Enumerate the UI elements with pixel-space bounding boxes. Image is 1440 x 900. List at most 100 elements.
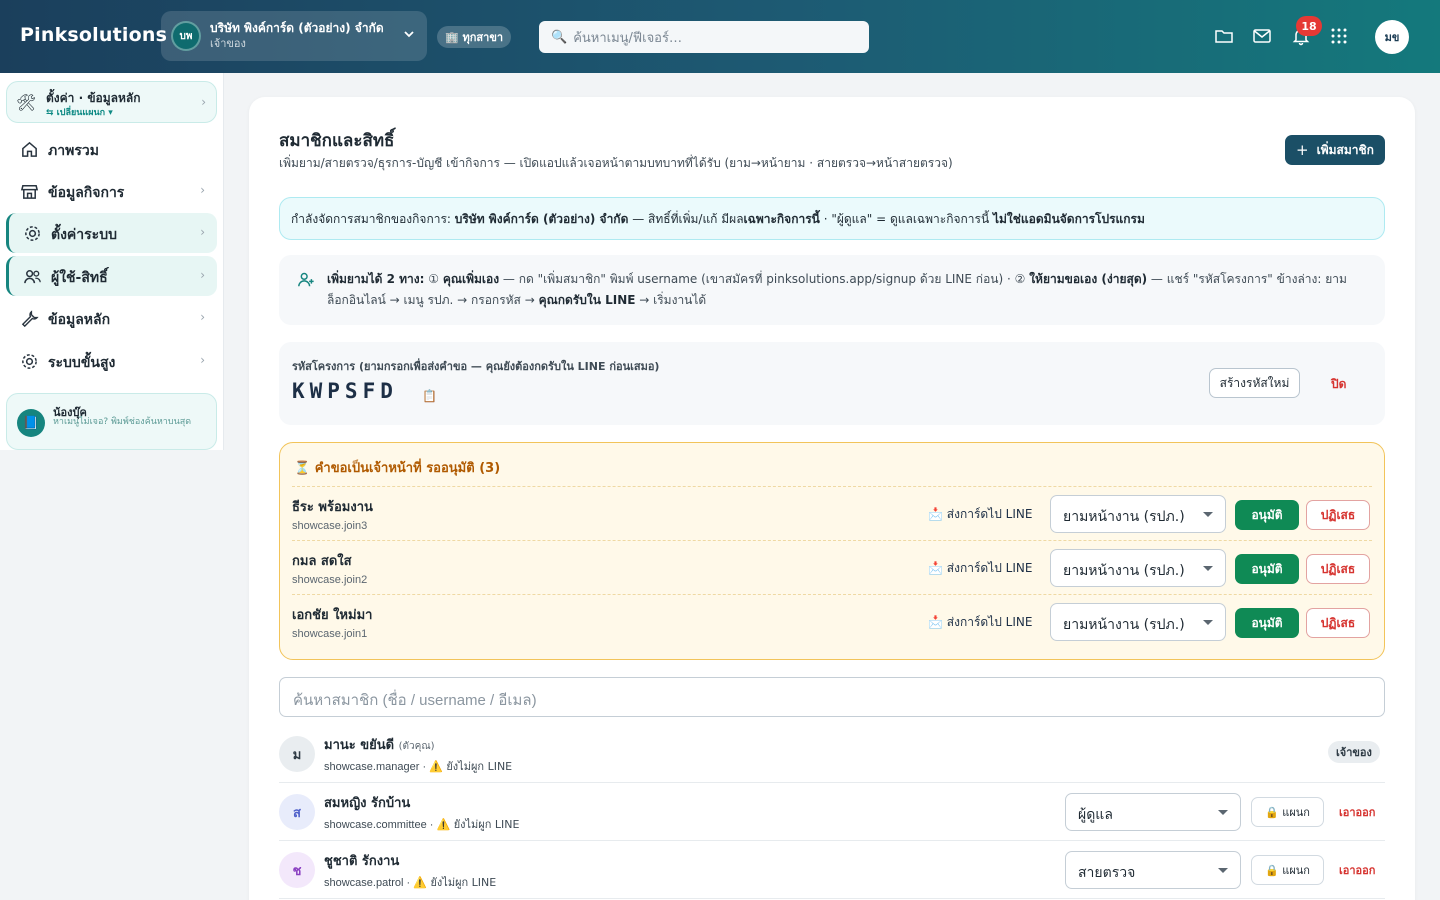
users-icon xyxy=(24,270,41,284)
remove-member-button[interactable]: เอาออก xyxy=(1339,803,1375,821)
notice-mid: — สิทธิ์ที่เพิ่ม/แก้ มีผล xyxy=(628,212,744,226)
book-icon: 📘 xyxy=(17,409,45,437)
caret-down-icon xyxy=(1203,566,1213,571)
notification-badge: 18 xyxy=(1296,16,1322,36)
member-username: showcase.patrol xyxy=(324,877,404,889)
add-member-label: เพิ่มสมาชิก xyxy=(1316,142,1374,157)
plus-icon: + xyxy=(1296,141,1309,159)
sidebar-section-switcher[interactable]: 🛠 ตั้งค่า · ข้อมูลหลัก ⇆ เปลี่ยนแผนก ▾ › xyxy=(6,81,217,123)
pending-username: showcase.join2 xyxy=(292,574,368,586)
role-select[interactable]: ยามหน้างาน (รปภ.) xyxy=(1050,603,1226,641)
member-role-select[interactable]: ผู้ดูแล xyxy=(1065,793,1241,831)
project-code-label: รหัสโครงการ (ยามกรอกเพื่อส่งคำขอ — คุณยั… xyxy=(292,360,660,373)
pending-username: showcase.join1 xyxy=(292,628,368,640)
role-select[interactable]: ยามหน้างาน (รปภ.) xyxy=(1050,495,1226,533)
pending-username: showcase.join3 xyxy=(292,520,368,532)
role-select-value: ยามหน้างาน (รปภ.) xyxy=(1063,617,1185,633)
member-role-value: ผู้ดูแล xyxy=(1078,807,1113,823)
add-user-icon xyxy=(298,272,314,287)
how-to-add-info: เพิ่มยามได้ 2 ทาง: ① คุณเพิ่มเอง — กด "เ… xyxy=(279,255,1385,325)
reject-button[interactable]: ปฏิเสธ xyxy=(1306,608,1370,638)
add-member-button[interactable]: + เพิ่มสมาชิก xyxy=(1285,135,1385,165)
member-row: ช ชูชาติ รักงาน showcase.patrol · ⚠️ ยัง… xyxy=(279,841,1385,899)
remove-member-button[interactable]: เอาออก xyxy=(1339,861,1375,879)
line-status: ⚠️ ยังไม่ผูก LINE xyxy=(429,760,513,773)
store-icon xyxy=(20,185,39,199)
global-search-input[interactable]: 🔍 ค้นหาเมนู/ฟีเจอร์… xyxy=(539,21,869,53)
regenerate-code-button[interactable]: สร้างรหัสใหม่ xyxy=(1209,368,1300,398)
chevron-right-icon: › xyxy=(201,95,206,109)
close-code-button[interactable]: ปิด xyxy=(1331,375,1346,394)
approve-button[interactable]: อนุมัติ xyxy=(1235,554,1299,584)
caret-down-icon xyxy=(1218,868,1228,873)
pending-title: ⏳ คำขอเป็นเจ้าหน้าที่ รออนุมัติ (3) xyxy=(294,461,501,476)
sidebar-item-advanced[interactable]: ระบบขั้นสูง › xyxy=(6,341,217,381)
sidebar-item-label: ข้อมูลกิจการ xyxy=(48,185,125,201)
sidebar-item-label: ระบบขั้นสูง xyxy=(48,355,116,371)
notice-not-admin: ไม่ใช่แอดมินจัดการโปรแกรม xyxy=(992,212,1145,226)
send-line-card-button[interactable]: 📩 ส่งการ์ดไป LINE xyxy=(928,505,1032,524)
howto-opt1-bold: คุณเพิ่มเอง xyxy=(442,272,500,286)
approve-button[interactable]: อนุมัติ xyxy=(1235,608,1299,638)
member-row: ม มานะ ขยันดี (ตัวคุณ) showcase.manager … xyxy=(279,725,1385,783)
assistant-helper[interactable]: 📘 น้องบุ๊ค หาเมนูไม่เจอ? พิมพ์ช่องค้นหาบ… xyxy=(6,393,217,450)
chevron-down-icon xyxy=(404,31,414,38)
member-role-select[interactable]: สายตรวจ xyxy=(1065,851,1241,889)
sidebar-item-label: ภาพรวม xyxy=(48,143,99,159)
member-name: สมหญิง รักบ้าน xyxy=(324,796,411,811)
reject-button[interactable]: ปฏิเสธ xyxy=(1306,500,1370,530)
member-role-value: สายตรวจ xyxy=(1078,865,1136,881)
brand-logo[interactable]: Pinksolutions xyxy=(20,24,167,46)
home-icon xyxy=(22,141,37,157)
sidebar: 🛠 ตั้งค่า · ข้อมูลหลัก ⇆ เปลี่ยนแผนก ▾ ›… xyxy=(0,73,224,450)
member-avatar: ม xyxy=(279,736,315,772)
send-line-card-button[interactable]: 📩 ส่งการ์ดไป LINE xyxy=(928,559,1032,578)
apps-grid-icon[interactable] xyxy=(1329,26,1349,46)
chevron-right-icon: › xyxy=(200,225,205,239)
pending-row: เอกชัย ใหม่มา showcase.join1 📩 ส่งการ์ดไ… xyxy=(292,594,1372,648)
page-title: สมาชิกและสิทธิ์ xyxy=(279,131,395,151)
sidebar-item-system-settings[interactable]: ตั้งค่าระบบ › xyxy=(6,213,217,253)
sidebar-item-label: ตั้งค่าระบบ xyxy=(51,227,117,243)
department-lock-button[interactable]: 🔒 แผนก xyxy=(1251,797,1324,827)
pending-row: ธีระ พร้อมงาน showcase.join3 📩 ส่งการ์ดไ… xyxy=(292,486,1372,540)
project-code-panel: รหัสโครงการ (ยามกรอกเพื่อส่งคำขอ — คุณยั… xyxy=(279,342,1385,425)
user-avatar[interactable]: มข xyxy=(1375,20,1409,54)
branch-filter-button[interactable]: 🏢 ทุกสาขา xyxy=(437,26,512,48)
howto-opt2-end: → เริ่มงานได้ xyxy=(635,293,707,307)
role-select-value: ยามหน้างาน (รปภ.) xyxy=(1063,509,1185,525)
notice-org: บริษัท พิงค์การ์ด (ตัวอย่าง) จำกัด xyxy=(454,212,629,226)
send-line-card-button[interactable]: 📩 ส่งการ์ดไป LINE xyxy=(928,613,1032,632)
member-avatar: ส xyxy=(279,794,315,830)
sidebar-item-overview[interactable]: ภาพรวม xyxy=(6,129,217,169)
member-username: showcase.committee xyxy=(324,819,427,831)
sidebar-item-business-info[interactable]: ข้อมูลกิจการ › xyxy=(6,171,217,211)
notice-mid2: · "ผู้ดูแล" = ดูแลเฉพาะกิจการนี้ xyxy=(819,212,993,226)
department-lock-button[interactable]: 🔒 แผนก xyxy=(1251,855,1324,885)
member-row: ส สมหญิง รักบ้าน showcase.committee · ⚠️… xyxy=(279,783,1385,841)
pending-name: ธีระ พร้อมงาน xyxy=(292,500,373,515)
mail-icon[interactable] xyxy=(1252,26,1272,46)
switch-department-link[interactable]: ⇆ เปลี่ยนแผนก ▾ xyxy=(46,105,113,119)
caret-down-icon xyxy=(1203,620,1213,625)
approve-button[interactable]: อนุมัติ xyxy=(1235,500,1299,530)
copy-icon[interactable]: 📋 xyxy=(422,389,437,403)
line-status: ⚠️ ยังไม่ผูก LINE xyxy=(413,876,497,889)
you-tag: (ตัวคุณ) xyxy=(398,741,435,752)
reject-button[interactable]: ปฏิเสธ xyxy=(1306,554,1370,584)
wrench-icon xyxy=(21,310,39,328)
top-bar: Pinksolutions บพ บริษัท พิงค์การ์ด (ตัวอ… xyxy=(0,0,1440,73)
folder-icon[interactable] xyxy=(1214,26,1234,46)
sidebar-item-master-data[interactable]: ข้อมูลหลัก › xyxy=(6,298,217,338)
howto-opt2-end-bold: คุณกดรับใน LINE xyxy=(538,293,636,307)
members-card: สมาชิกและสิทธิ์ เพิ่มยาม/สายตรวจ/ธุรการ-… xyxy=(249,97,1415,900)
notice-only: เฉพาะกิจการนี้ xyxy=(743,212,820,226)
org-scope-notice: กำลังจัดการสมาชิกของกิจการ: บริษัท พิงค์… xyxy=(279,197,1385,240)
org-switcher[interactable]: บพ บริษัท พิงค์การ์ด (ตัวอย่าง) จำกัด เจ… xyxy=(161,11,427,61)
role-select-value: ยามหน้างาน (รปภ.) xyxy=(1063,563,1185,579)
member-search-input[interactable]: ค้นหาสมาชิก (ชื่อ / username / อีเมล) xyxy=(279,677,1385,717)
role-select[interactable]: ยามหน้างาน (รปภ.) xyxy=(1050,549,1226,587)
pending-name: เอกชัย ใหม่มา xyxy=(292,608,373,623)
caret-down-icon xyxy=(1203,512,1213,517)
sidebar-item-users-permissions[interactable]: ผู้ใช้-สิทธิ์ › xyxy=(6,256,217,296)
